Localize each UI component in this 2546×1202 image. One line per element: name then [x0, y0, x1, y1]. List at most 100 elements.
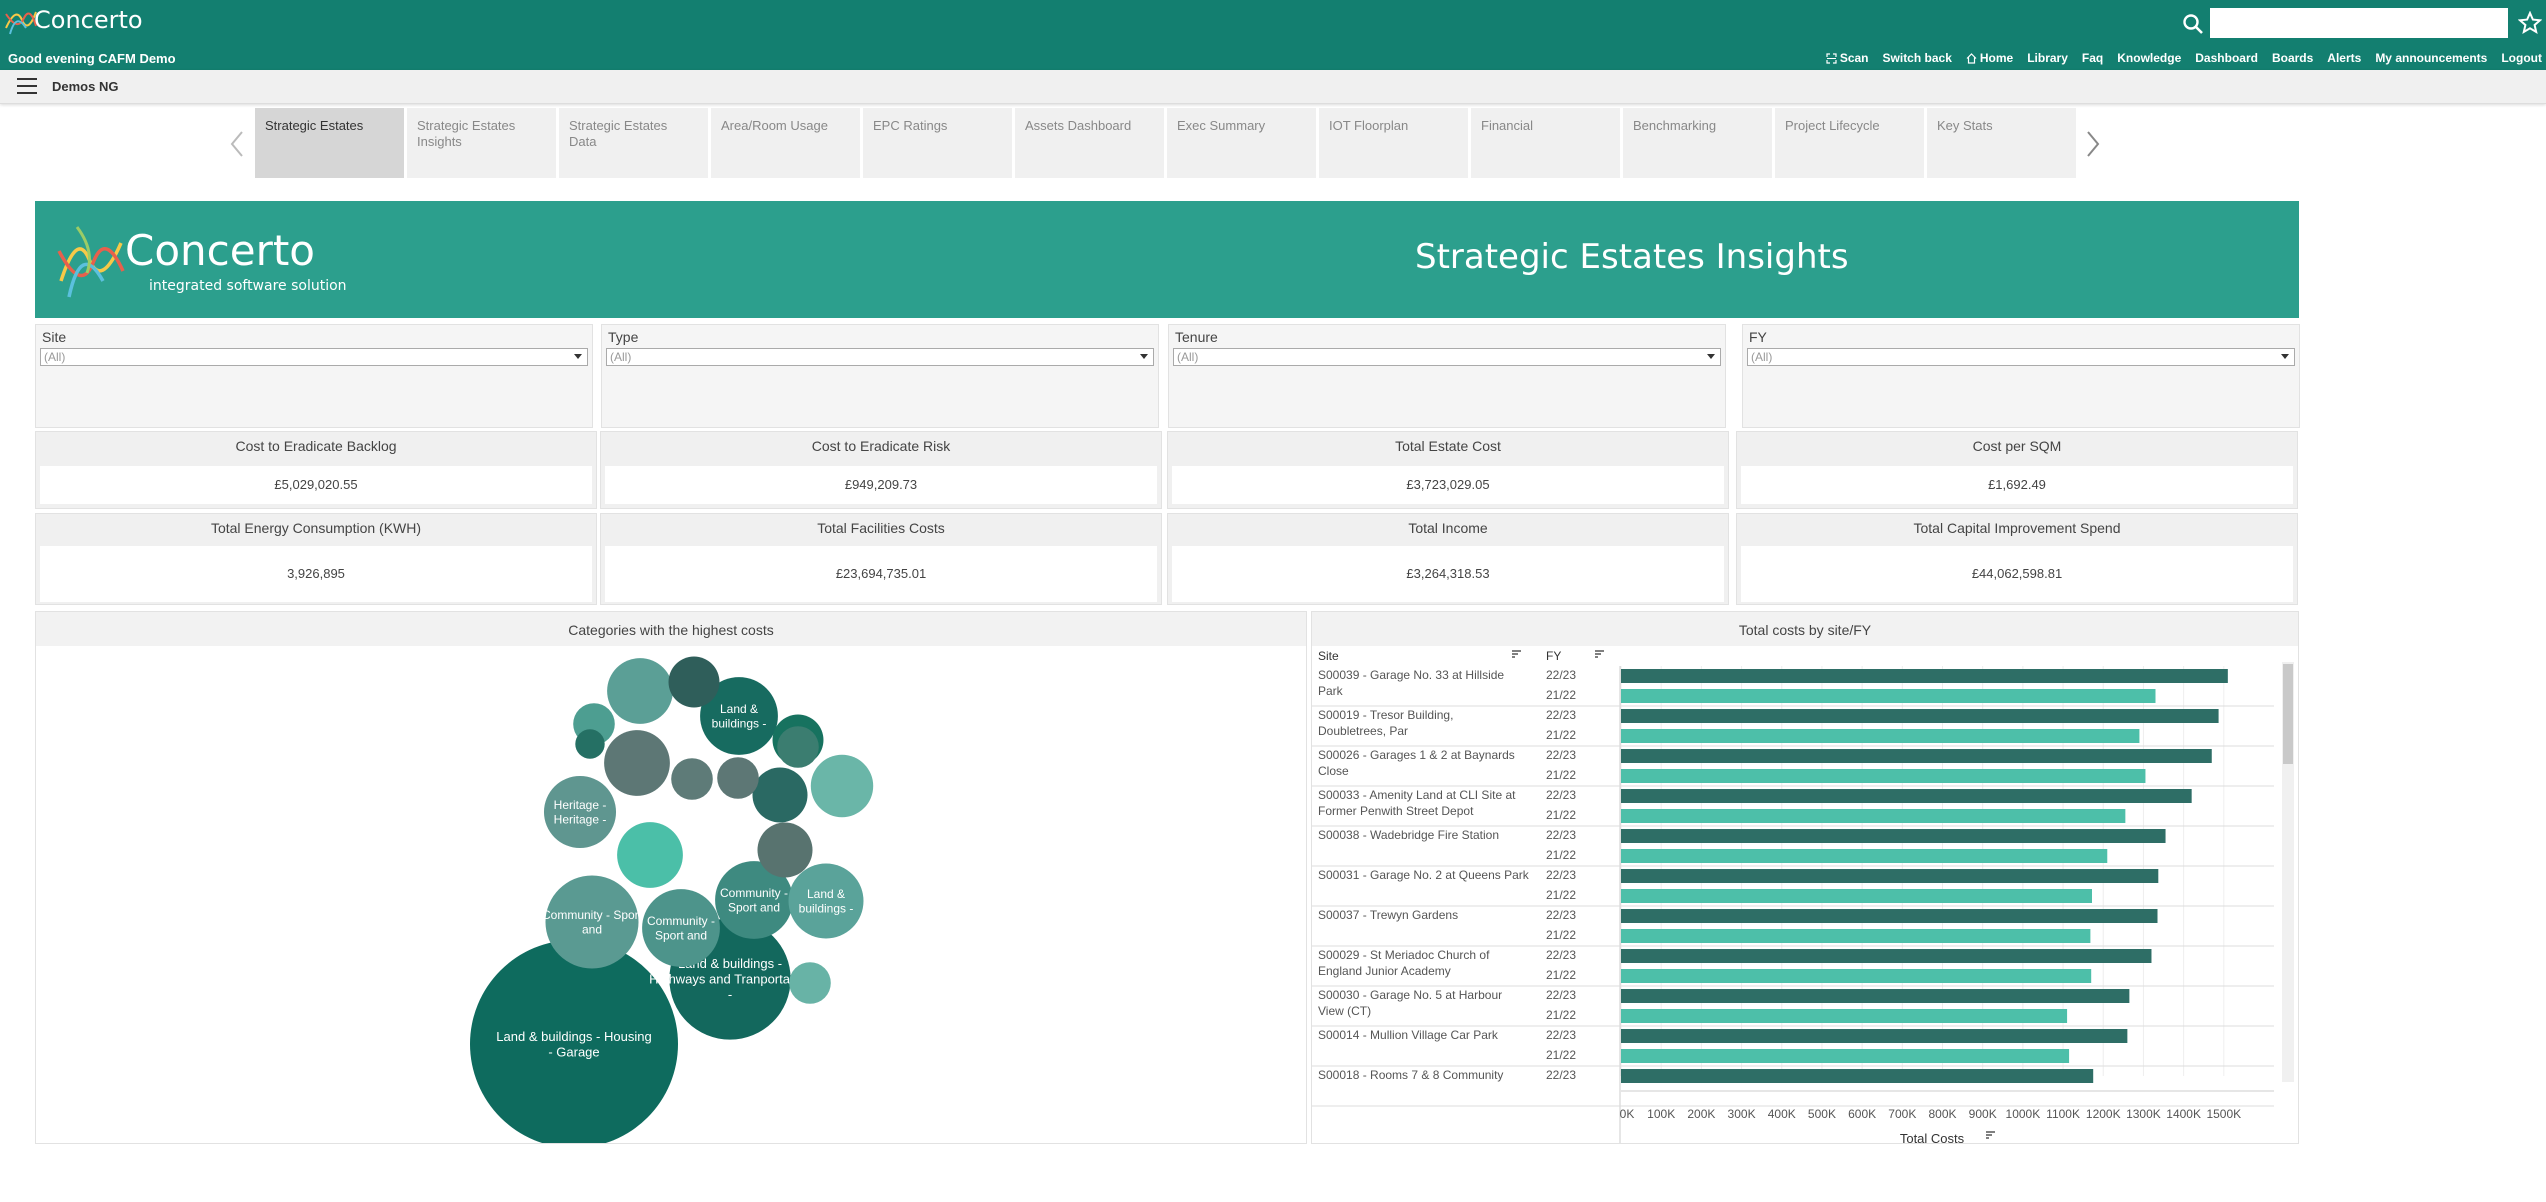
tab-financial[interactable]: Financial	[1471, 108, 1620, 178]
tab-strategic-estates-insights[interactable]: Strategic Estates Insights	[407, 108, 556, 178]
bar-22-23[interactable]	[1621, 709, 2219, 723]
dashboard-title: Strategic Estates Insights	[1415, 237, 1849, 277]
bar-22-23[interactable]	[1621, 989, 2130, 1003]
bubble-21[interactable]	[575, 729, 605, 759]
site-row[interactable]: S00031 - Garage No. 2 at Queens Park 22/2…	[1312, 868, 2274, 907]
filter-tenure-dropdown[interactable]: (All)	[1173, 348, 1721, 366]
bar-22-23[interactable]	[1621, 909, 2158, 923]
fy-label: 22/23	[1546, 668, 1576, 682]
tab-key-stats[interactable]: Key Stats	[1927, 108, 2076, 178]
app-logo[interactable]: Concerto	[2, 2, 143, 38]
tab-benchmarking[interactable]: Benchmarking	[1623, 108, 1772, 178]
favourite-star-icon[interactable]	[2518, 11, 2542, 35]
bubble-circle[interactable]	[752, 767, 808, 823]
site-row[interactable]: S00038 - Wadebridge Fire Station 22/23 21/…	[1312, 828, 2274, 867]
bubble-14[interactable]	[668, 656, 720, 708]
bar-21-22[interactable]	[1621, 1049, 2070, 1063]
sort-total-costs-icon[interactable]	[1986, 1131, 1995, 1139]
nav-boards[interactable]: Boards	[2272, 51, 2313, 65]
bar-22-23[interactable]	[1621, 829, 2166, 843]
hamburger-menu-icon[interactable]	[17, 78, 37, 96]
bubble-circle[interactable]	[810, 754, 874, 818]
bubble-13[interactable]	[757, 822, 813, 878]
nav-scan[interactable]: Scan	[1826, 51, 1869, 65]
bubble-18[interactable]	[717, 757, 759, 799]
site-row[interactable]: S00026 - Garages 1 & 2 at Baynards Close 2…	[1312, 748, 2274, 787]
filter-site-dropdown[interactable]: (All)	[40, 348, 588, 366]
tab-strategic-estates-data[interactable]: Strategic Estates Data	[559, 108, 708, 178]
sub-toolbar: Demos NG	[0, 70, 2546, 104]
search-icon[interactable]	[2182, 13, 2204, 35]
bar-21-22[interactable]	[1621, 929, 2091, 943]
nav-home[interactable]: Home	[1966, 51, 2013, 65]
filter-type-dropdown[interactable]: (All)	[606, 348, 1154, 366]
bar-chart-scrollbar[interactable]	[2282, 662, 2294, 1082]
nav-library[interactable]: Library	[2027, 51, 2068, 65]
bubble-circle[interactable]	[617, 822, 683, 888]
nav-faq[interactable]: Faq	[2082, 51, 2103, 65]
bubble-circle[interactable]	[777, 726, 819, 768]
bubble-17[interactable]	[671, 758, 713, 800]
tabs-prev-arrow-icon[interactable]	[228, 130, 246, 158]
bar-21-22[interactable]	[1621, 729, 2140, 743]
bubble-circle[interactable]	[789, 962, 831, 1004]
bubble-circle[interactable]	[671, 758, 713, 800]
bubble-12[interactable]	[752, 767, 808, 823]
tab-project-lifecycle[interactable]: Project Lifecycle	[1775, 108, 1924, 178]
tab-exec-summary[interactable]: Exec Summary	[1167, 108, 1316, 178]
search-input[interactable]	[2210, 8, 2508, 38]
site-row[interactable]: S00030 - Garage No. 5 at Harbour View (CT…	[1312, 988, 2274, 1027]
bubble-5[interactable]: Land &buildings -	[788, 863, 864, 939]
bar-21-22[interactable]	[1621, 1009, 2068, 1023]
bar-22-23[interactable]	[1621, 789, 2192, 803]
site-row[interactable]: S00014 - Mullion Village Car Park 22/23 21…	[1312, 1028, 2274, 1067]
bubble-6[interactable]: Heritage -Heritage -	[543, 775, 617, 849]
nav-knowledge[interactable]: Knowledge	[2117, 51, 2181, 65]
bubble-3[interactable]: Community -Sport and	[642, 889, 720, 967]
bar-22-23[interactable]	[1621, 749, 2212, 763]
site-row[interactable]: S00018 - Rooms 7 & 8 Community 22/23	[1312, 1068, 2274, 1107]
bubble-20[interactable]	[789, 962, 831, 1004]
site-row[interactable]: S00037 - Trewyn Gardens 22/23 21/22	[1312, 908, 2274, 947]
bar-22-23[interactable]	[1621, 949, 2152, 963]
bubble-0[interactable]: Land & buildings - Housing- Garage	[470, 940, 678, 1148]
bar-21-22[interactable]	[1621, 769, 2146, 783]
bubble-19[interactable]	[777, 726, 819, 768]
tab-epc-ratings[interactable]: EPC Ratings	[863, 108, 1012, 178]
site-row[interactable]: S00029 - St Meriadoc Church of England Ju…	[1312, 948, 2274, 987]
bar-21-22[interactable]	[1621, 969, 2092, 983]
filter-fy-dropdown[interactable]: (All)	[1747, 348, 2295, 366]
tab-strategic-estates[interactable]: Strategic Estates	[255, 108, 404, 178]
bar-21-22[interactable]	[1621, 849, 2108, 863]
bubble-10[interactable]	[604, 730, 670, 796]
bubble-circle[interactable]	[717, 757, 759, 799]
bubble-circle[interactable]	[604, 730, 670, 796]
bar-22-23[interactable]	[1621, 1029, 2128, 1043]
bar-22-23[interactable]	[1621, 669, 2228, 683]
bubble-9[interactable]	[607, 658, 673, 724]
nav-alerts[interactable]: Alerts	[2327, 51, 2361, 65]
bubble-8[interactable]	[617, 822, 683, 888]
tab-assets-dashboard[interactable]: Assets Dashboard	[1015, 108, 1164, 178]
nav-my-announcements[interactable]: My announcements	[2375, 51, 2487, 65]
tab-area-room-usage[interactable]: Area/Room Usage	[711, 108, 860, 178]
site-row[interactable]: S00039 - Garage No. 33 at Hillside Park 22…	[1312, 668, 2274, 707]
site-row[interactable]: S00033 - Amenity Land at CLI Site at Form…	[1312, 788, 2274, 827]
nav-dashboard[interactable]: Dashboard	[2195, 51, 2258, 65]
bubble-11[interactable]	[810, 754, 874, 818]
bubble-circle[interactable]	[575, 729, 605, 759]
bubble-circle[interactable]	[668, 656, 720, 708]
bar-21-22[interactable]	[1621, 889, 2092, 903]
bubble-circle[interactable]	[607, 658, 673, 724]
bar-21-22[interactable]	[1621, 689, 2156, 703]
breadcrumb[interactable]: Demos NG	[52, 79, 118, 94]
bar-21-22[interactable]	[1621, 809, 2126, 823]
nav-logout[interactable]: Logout	[2501, 51, 2542, 65]
bar-22-23[interactable]	[1621, 1069, 2094, 1083]
tabs-next-arrow-icon[interactable]	[2084, 130, 2102, 158]
nav-switch-back[interactable]: Switch back	[1883, 51, 1952, 65]
tab-iot-floorplan[interactable]: IOT Floorplan	[1319, 108, 1468, 178]
bar-22-23[interactable]	[1621, 869, 2159, 883]
site-row[interactable]: S00019 - Tresor Building, Doubletrees, Pa…	[1312, 708, 2274, 747]
bubble-circle[interactable]	[757, 822, 813, 878]
